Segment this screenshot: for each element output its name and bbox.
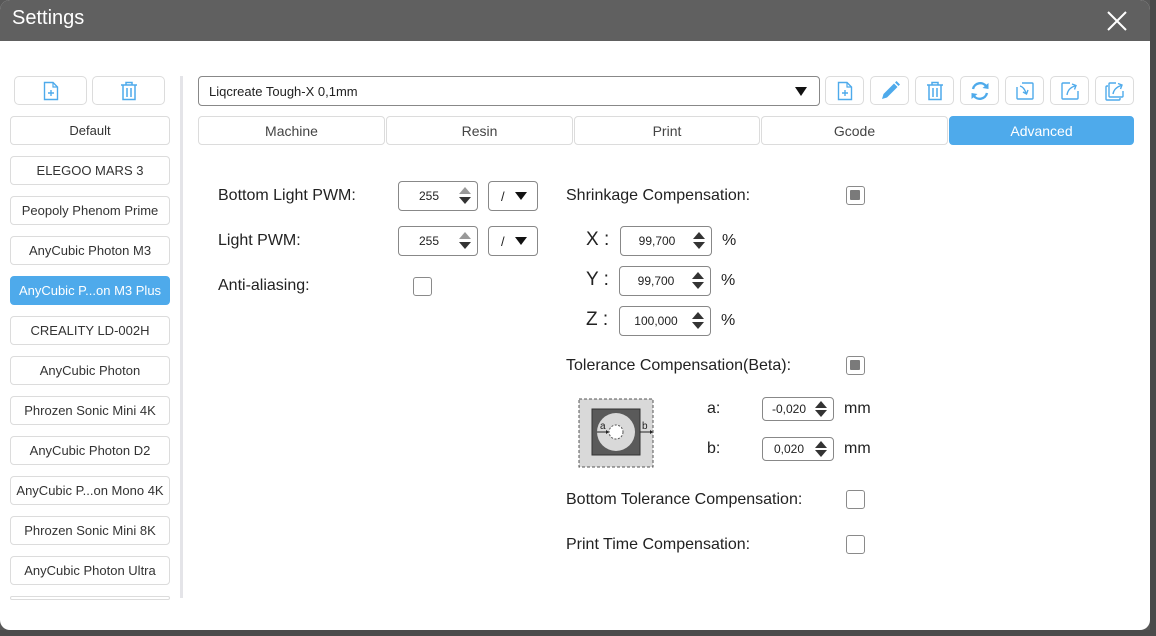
sidebar-item[interactable]: AnyCubic P...on M3 Plus <box>10 276 170 305</box>
diagram-label-b: b <box>642 421 648 432</box>
shrinkage-compensation-label: Shrinkage Compensation: <box>566 187 751 204</box>
background-desktop-bottom <box>0 630 1156 636</box>
sidebar-item[interactable]: Phrozen Sonic Mini 4K <box>10 396 170 425</box>
tolerance-b-label: b: <box>707 440 721 457</box>
tab-print[interactable]: Print <box>574 116 760 145</box>
export-button[interactable] <box>1050 76 1089 105</box>
import-icon <box>1015 81 1034 100</box>
delete-icon <box>926 81 943 100</box>
shrinkage-y-unit: % <box>721 272 736 289</box>
shrinkage-x-input[interactable]: 99,700 <box>620 226 712 256</box>
close-button[interactable] <box>1104 8 1130 34</box>
light-pwm-mode-select[interactable]: / <box>488 226 538 256</box>
anti-aliasing-checkbox[interactable] <box>413 277 432 296</box>
title-bar: Settings <box>0 0 1150 41</box>
tab-resin[interactable]: Resin <box>386 116 573 145</box>
import-button[interactable] <box>1005 76 1044 105</box>
shrinkage-y-label: Y : <box>586 269 609 290</box>
sidebar-scrollbar[interactable] <box>180 76 183 598</box>
new-preset-icon <box>837 81 852 100</box>
bottom-light-pwm-mode-value: / <box>501 189 505 204</box>
settings-window: Settings Default ELEGOO MARS 3 Peopoly Phe… <box>0 0 1150 630</box>
sidebar-item[interactable]: AnyCubic Photon M3 <box>10 236 170 265</box>
diagram-label-a: a <box>600 421 606 432</box>
chevron-down-icon <box>515 237 527 245</box>
sidebar-item[interactable] <box>10 596 170 600</box>
add-printer-button[interactable] <box>14 76 87 105</box>
tab-machine[interactable]: Machine <box>198 116 385 145</box>
spin-arrows-icon[interactable] <box>815 401 827 419</box>
tolerance-a-label: a: <box>707 400 721 417</box>
edit-preset-button[interactable] <box>870 76 909 105</box>
tab-advanced[interactable]: Advanced <box>949 116 1134 145</box>
spin-arrows-icon[interactable] <box>459 187 471 205</box>
sidebar-item[interactable]: Phrozen Sonic Mini 8K <box>10 516 170 545</box>
sidebar-item[interactable]: AnyCubic Photon <box>10 356 170 385</box>
shrinkage-y-input[interactable]: 99,700 <box>619 266 711 296</box>
background-desktop <box>1150 0 1156 636</box>
export-icon <box>1060 81 1079 100</box>
anti-aliasing-label: Anti-aliasing: <box>218 277 310 294</box>
shrinkage-compensation-checkbox[interactable] <box>846 186 865 205</box>
spin-arrows-icon[interactable] <box>692 312 704 330</box>
bottom-light-pwm-label: Bottom Light PWM: <box>218 187 356 204</box>
delete-preset-button[interactable] <box>915 76 954 105</box>
spin-arrows-icon[interactable] <box>693 232 705 250</box>
shrinkage-z-label: Z : <box>586 309 609 330</box>
sidebar-item[interactable]: AnyCubic Photon Ultra <box>10 556 170 585</box>
shrinkage-z-unit: % <box>721 312 736 329</box>
delete-printer-button[interactable] <box>92 76 165 105</box>
sidebar-item[interactable]: AnyCubic Photon D2 <box>10 436 170 465</box>
tolerance-compensation-label: Tolerance Compensation(Beta): <box>566 357 792 374</box>
bottom-light-pwm-input[interactable]: 255 <box>398 181 478 211</box>
window-title: Settings <box>12 7 85 29</box>
tolerance-diagram: a b <box>578 398 654 468</box>
shrinkage-x-unit: % <box>722 232 737 249</box>
light-pwm-label: Light PWM: <box>218 232 301 249</box>
bottom-tolerance-compensation-label: Bottom Tolerance Compensation: <box>566 491 803 508</box>
tolerance-compensation-checkbox[interactable] <box>846 356 865 375</box>
trash-icon <box>120 81 137 100</box>
export-all-icon <box>1104 81 1124 101</box>
bottom-light-pwm-mode-select[interactable]: / <box>488 181 538 211</box>
refresh-button[interactable] <box>960 76 999 105</box>
sidebar-item[interactable]: AnyCubic P...on Mono 4K <box>10 476 170 505</box>
light-pwm-mode-value: / <box>501 234 505 249</box>
tolerance-a-unit: mm <box>844 400 871 417</box>
close-icon <box>1107 11 1127 31</box>
edit-icon <box>881 80 900 99</box>
preset-dropdown[interactable]: Liqcreate Tough-X 0,1mm <box>198 76 820 106</box>
sidebar-item[interactable]: Default <box>10 116 170 145</box>
light-pwm-input[interactable]: 255 <box>398 226 478 256</box>
shrinkage-z-input[interactable]: 100,000 <box>619 306 711 336</box>
file-add-icon <box>43 81 58 100</box>
spin-arrows-icon[interactable] <box>692 272 704 290</box>
print-time-compensation-label: Print Time Compensation: <box>566 536 751 553</box>
tolerance-b-input[interactable]: 0,020 <box>762 437 834 461</box>
tab-gcode[interactable]: Gcode <box>761 116 948 145</box>
bottom-tolerance-compensation-checkbox[interactable] <box>846 490 865 509</box>
new-preset-button[interactable] <box>825 76 864 105</box>
sidebar-item[interactable]: Peopoly Phenom Prime <box>10 196 170 225</box>
sidebar-item[interactable]: CREALITY LD-002H <box>10 316 170 345</box>
spin-arrows-icon[interactable] <box>459 232 471 250</box>
preset-value: Liqcreate Tough-X 0,1mm <box>209 83 358 99</box>
chevron-down-icon <box>795 87 807 96</box>
tolerance-a-input[interactable]: -0,020 <box>762 397 834 421</box>
print-time-compensation-checkbox[interactable] <box>846 535 865 554</box>
refresh-icon <box>971 81 988 100</box>
chevron-down-icon <box>515 192 527 200</box>
shrinkage-x-label: X : <box>586 229 610 250</box>
sidebar-item[interactable]: ELEGOO MARS 3 <box>10 156 170 185</box>
tolerance-b-unit: mm <box>844 440 871 457</box>
spin-arrows-icon[interactable] <box>815 441 827 459</box>
export-all-button[interactable] <box>1095 76 1134 105</box>
